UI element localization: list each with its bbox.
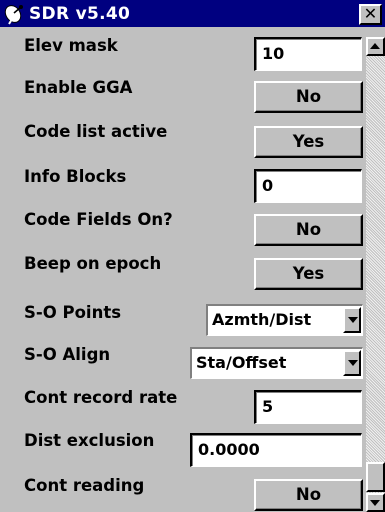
- row-code-fields-on: Code Fields On? No: [0, 210, 366, 255]
- chevron-down-icon[interactable]: [343, 350, 361, 376]
- so-points-value: Azmth/Dist: [212, 310, 312, 329]
- cont-reading-label: Cont reading: [24, 476, 145, 495]
- row-enable-gga: Enable GGA No: [0, 78, 366, 124]
- row-beep-on-epoch: Beep on epoch Yes: [0, 254, 366, 299]
- title-bar: SDR v5.40 ✕: [0, 0, 385, 27]
- row-so-align: S-O Align Sta/Offset: [0, 344, 366, 386]
- cont-reading-toggle[interactable]: No: [254, 479, 363, 511]
- elev-mask-label: Elev mask: [24, 36, 118, 55]
- cont-record-rate-label: Cont record rate: [24, 388, 178, 407]
- chevron-down-icon[interactable]: [343, 307, 361, 333]
- enable-gga-label: Enable GGA: [24, 78, 133, 97]
- satellite-dish-icon: [4, 4, 23, 25]
- so-points-label: S-O Points: [24, 303, 122, 322]
- row-code-list-active: Code list active Yes: [0, 122, 366, 167]
- beep-on-epoch-toggle[interactable]: Yes: [254, 258, 363, 290]
- so-align-label: S-O Align: [24, 345, 111, 364]
- row-info-blocks: Info Blocks 0: [0, 167, 366, 211]
- row-dist-exclusion: Dist exclusion 0.0000: [0, 430, 366, 472]
- cont-record-rate-input[interactable]: 5: [254, 390, 362, 424]
- code-list-active-label: Code list active: [24, 122, 168, 141]
- vertical-scrollbar[interactable]: [366, 37, 385, 512]
- info-blocks-label: Info Blocks: [24, 167, 127, 186]
- close-button[interactable]: ✕: [359, 4, 382, 25]
- so-align-select[interactable]: Sta/Offset: [190, 347, 363, 379]
- code-list-active-toggle[interactable]: Yes: [254, 126, 363, 158]
- row-elev-mask: Elev mask 10: [0, 36, 366, 79]
- dist-exclusion-label: Dist exclusion: [24, 431, 155, 450]
- beep-on-epoch-label: Beep on epoch: [24, 254, 162, 273]
- code-fields-on-label: Code Fields On?: [24, 210, 173, 229]
- settings-list: Elev mask 10 Enable GGA No Code list act…: [0, 27, 366, 512]
- code-fields-on-toggle[interactable]: No: [254, 214, 363, 246]
- so-align-value: Sta/Offset: [196, 353, 287, 372]
- scroll-thumb[interactable]: [366, 462, 385, 492]
- sdr-settings-window: SDR v5.40 ✕ Elev mask 10 Enable GGA No C…: [0, 0, 385, 512]
- row-cont-record-rate: Cont record rate 5: [0, 387, 366, 429]
- scroll-down-arrow-icon[interactable]: [366, 493, 385, 512]
- close-icon: ✕: [363, 4, 378, 23]
- so-points-select[interactable]: Azmth/Dist: [206, 304, 363, 336]
- enable-gga-toggle[interactable]: No: [254, 81, 363, 113]
- elev-mask-input[interactable]: 10: [254, 37, 362, 71]
- dist-exclusion-input[interactable]: 0.0000: [190, 433, 362, 467]
- info-blocks-input[interactable]: 0: [254, 169, 362, 203]
- row-so-points: S-O Points Azmth/Dist: [0, 301, 366, 343]
- window-title: SDR v5.40: [29, 3, 131, 24]
- scroll-up-arrow-icon[interactable]: [366, 37, 385, 56]
- row-cont-reading: Cont reading No: [0, 474, 366, 512]
